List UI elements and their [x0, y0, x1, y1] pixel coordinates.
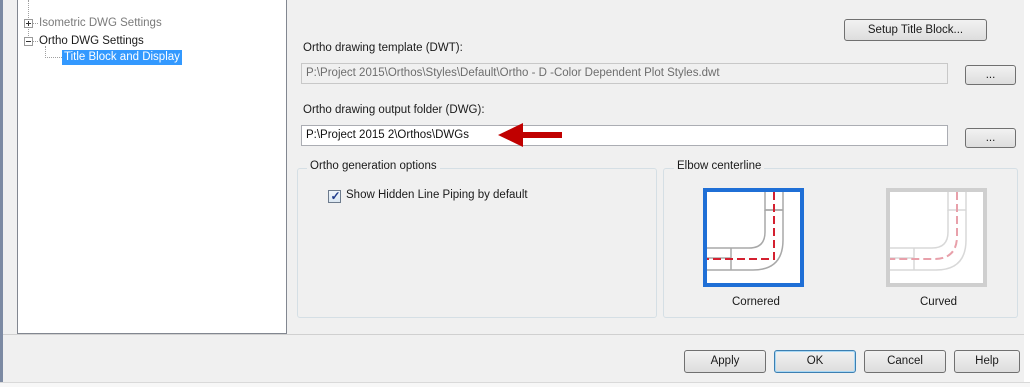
browse-output-button[interactable]: ... [965, 128, 1016, 148]
collapse-minus-icon[interactable] [24, 37, 33, 46]
settings-tree[interactable]: Isometric DWG Settings Ortho DWG Setting… [17, 0, 287, 334]
tree-connector [33, 41, 38, 42]
show-hidden-line-piping-checkbox[interactable]: ✓ [328, 189, 341, 203]
red-arrow-icon [498, 123, 562, 147]
cornered-elbow-icon [707, 192, 784, 271]
expand-plus-icon[interactable] [24, 19, 33, 28]
window-edge [0, 382, 1030, 387]
tree-item-isometric-dwg-settings[interactable]: Isometric DWG Settings [18, 15, 278, 31]
window-edge [1024, 0, 1030, 387]
tree-connector [33, 23, 38, 24]
tree-item-ortho-dwg-settings[interactable]: Ortho DWG Settings [18, 33, 278, 49]
group-title: Ortho generation options [307, 160, 440, 172]
cancel-button[interactable]: Cancel [864, 350, 946, 373]
button-label: ... [985, 69, 996, 81]
tree-item-label: Ortho DWG Settings [39, 35, 144, 47]
curved-elbow-icon [890, 192, 967, 271]
tree-item-label: Title Block and Display [62, 50, 182, 65]
tree-item-title-block-and-display[interactable]: Title Block and Display [18, 50, 278, 66]
browse-template-button[interactable]: ... [965, 65, 1016, 85]
output-folder-label: Ortho drawing output folder (DWG): [303, 104, 485, 116]
button-label: OK [806, 355, 824, 367]
divider [3, 334, 1024, 335]
group-title: Elbow centerline [674, 160, 765, 172]
template-field[interactable]: P:\Project 2015\Orthos\Styles\Default\Or… [301, 63, 948, 84]
tree-connector [45, 57, 62, 58]
checkbox-label[interactable]: Show Hidden Line Piping by default [346, 189, 528, 201]
button-label: ... [985, 132, 996, 144]
button-label: Setup Title Block... [867, 24, 964, 36]
help-button[interactable]: Help [954, 350, 1020, 373]
template-label: Ortho drawing template (DWT): [303, 42, 463, 54]
apply-button[interactable]: Apply [684, 350, 766, 373]
button-label: Apply [710, 355, 740, 367]
curved-label: Curved [920, 296, 958, 308]
ok-button[interactable]: OK [774, 350, 856, 373]
cornered-label: Cornered [732, 296, 780, 308]
button-label: Cancel [887, 355, 923, 367]
elbow-cornered-option[interactable] [703, 188, 804, 287]
elbow-curved-option[interactable] [886, 188, 987, 287]
setup-title-block-button[interactable]: Setup Title Block... [844, 19, 987, 41]
settings-content: Setup Title Block... Ortho drawing templ… [292, 0, 1024, 334]
button-label: Help [975, 355, 999, 367]
checkmark-icon: ✓ [330, 189, 341, 203]
window-border [0, 0, 3, 387]
tree-item-label: Isometric DWG Settings [39, 17, 162, 29]
output-folder-field[interactable]: P:\Project 2015 2\Orthos\DWGs [301, 125, 948, 146]
